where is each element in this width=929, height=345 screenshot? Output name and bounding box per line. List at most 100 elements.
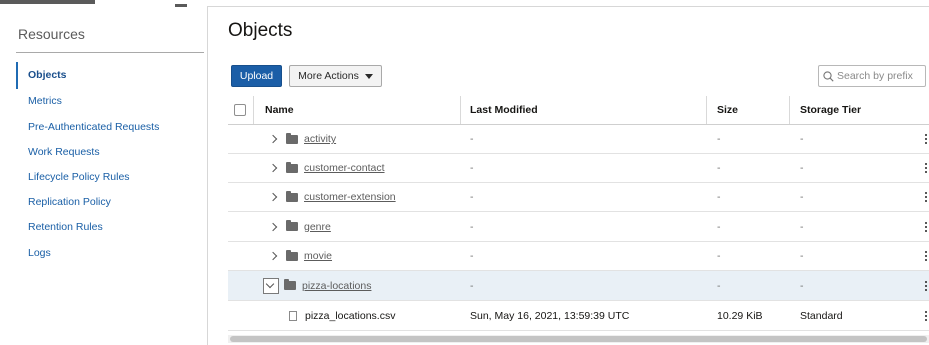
column-separator — [253, 96, 254, 124]
folder-link[interactable]: pizza-locations — [302, 280, 371, 292]
tier-cell: Standard — [800, 309, 843, 322]
folder-icon — [286, 220, 298, 231]
name-cell: pizza-locations — [263, 271, 371, 300]
table-row[interactable]: pizza_locations.csv Sun, May 16, 2021, 1… — [228, 301, 929, 331]
page-title: Objects — [228, 20, 293, 41]
table-row[interactable]: customer-contact - - - — [228, 154, 929, 183]
sidebar-item-pre-authenticated-requests[interactable]: Pre-Authenticated Requests — [28, 121, 159, 133]
size-cell: - — [717, 279, 721, 292]
tier-cell: - — [800, 191, 804, 203]
sidebar-item-work-requests[interactable]: Work Requests — [28, 146, 100, 158]
chevron-down-icon — [265, 279, 275, 289]
kebab-menu-icon[interactable] — [925, 134, 927, 144]
tier-cell: - — [800, 133, 804, 145]
table-row[interactable]: movie - - - — [228, 242, 929, 271]
folder-icon — [286, 190, 298, 202]
size-cell: - — [717, 250, 721, 262]
chevron-right-icon[interactable] — [268, 222, 278, 231]
name-cell: genre — [268, 212, 331, 241]
folder-icon — [286, 249, 298, 261]
column-header-storage-tier[interactable]: Storage Tier — [800, 96, 861, 124]
kebab-menu-icon[interactable] — [925, 221, 927, 232]
chevron-right-icon[interactable] — [268, 192, 278, 202]
table-header-row: Name Last Modified Size Storage Tier — [228, 96, 929, 125]
name-cell: customer-contact — [268, 154, 385, 182]
folder-link[interactable]: customer-extension — [304, 191, 396, 203]
cursor-marker — [175, 4, 187, 7]
horizontal-scrollbar[interactable] — [228, 335, 929, 343]
modified-cell: - — [470, 162, 474, 174]
modified-cell: - — [470, 279, 474, 292]
column-separator — [789, 96, 790, 124]
tier-cell: - — [800, 162, 804, 174]
toolbar-edge — [0, 0, 95, 4]
search-icon — [823, 70, 834, 82]
name-cell: movie — [268, 242, 332, 270]
folder-icon — [286, 161, 298, 173]
chevron-down-toggle[interactable] — [263, 277, 279, 294]
size-cell: - — [717, 220, 721, 233]
column-header-size[interactable]: Size — [717, 96, 738, 124]
select-all-checkbox[interactable] — [234, 104, 246, 116]
resources-title: Resources — [18, 26, 85, 42]
caret-down-icon — [364, 73, 373, 79]
upload-button[interactable]: Upload — [231, 65, 282, 87]
kebab-menu-icon[interactable] — [925, 192, 927, 202]
folder-link[interactable]: activity — [304, 133, 336, 145]
more-actions-label: More Actions — [298, 70, 359, 82]
active-indicator — [16, 62, 18, 89]
size-cell: - — [717, 133, 721, 145]
search-box[interactable] — [818, 65, 926, 87]
table-row-selected[interactable]: pizza-locations - - - — [228, 271, 929, 301]
kebab-menu-icon[interactable] — [925, 163, 927, 173]
folder-link[interactable]: movie — [304, 250, 332, 262]
table-row[interactable]: genre - - - — [228, 212, 929, 242]
size-cell: 10.29 KiB — [717, 309, 763, 322]
select-all-cell — [234, 96, 246, 124]
tier-cell: - — [800, 279, 804, 292]
folder-link[interactable]: genre — [304, 221, 331, 233]
scrollbar-thumb[interactable] — [230, 336, 927, 342]
resources-divider — [16, 52, 204, 53]
kebab-menu-icon[interactable] — [925, 310, 927, 321]
chevron-right-icon[interactable] — [268, 134, 278, 144]
size-cell: - — [717, 162, 721, 174]
modified-cell: Sun, May 16, 2021, 13:59:39 UTC — [470, 309, 630, 322]
content-top-border — [207, 6, 929, 7]
column-header-last-modified[interactable]: Last Modified — [470, 96, 538, 124]
sidebar-item-objects[interactable]: Objects — [28, 69, 67, 81]
column-separator — [706, 96, 707, 124]
modified-cell: - — [470, 191, 474, 203]
folder-link[interactable]: customer-contact — [304, 162, 385, 174]
sidebar-item-lifecycle-policy-rules[interactable]: Lifecycle Policy Rules — [28, 171, 130, 183]
sidebar-item-logs[interactable]: Logs — [28, 247, 51, 259]
table-row[interactable]: activity - - - — [228, 125, 929, 154]
modified-cell: - — [470, 220, 474, 233]
name-cell: pizza_locations.csv — [289, 301, 395, 330]
more-actions-button[interactable]: More Actions — [289, 65, 382, 87]
sidebar-item-replication-policy[interactable]: Replication Policy — [28, 196, 111, 208]
column-header-name[interactable]: Name — [265, 96, 294, 124]
chevron-right-icon[interactable] — [268, 251, 278, 261]
name-cell: customer-extension — [268, 183, 396, 211]
modified-cell: - — [470, 133, 474, 145]
chevron-right-icon[interactable] — [268, 163, 278, 173]
sidebar-item-retention-rules[interactable]: Retention Rules — [28, 221, 103, 233]
file-icon — [289, 310, 297, 321]
sidebar-item-metrics[interactable]: Metrics — [28, 95, 62, 107]
top-toolbar-fragment — [0, 0, 190, 8]
tier-cell: - — [800, 250, 804, 262]
kebab-menu-icon[interactable] — [925, 280, 927, 291]
modified-cell: - — [470, 250, 474, 262]
file-name[interactable]: pizza_locations.csv — [305, 310, 395, 322]
folder-icon — [286, 132, 298, 144]
kebab-menu-icon[interactable] — [925, 251, 927, 261]
tier-cell: - — [800, 220, 804, 233]
name-cell: activity — [268, 125, 336, 153]
sidebar-divider — [207, 6, 208, 345]
size-cell: - — [717, 191, 721, 203]
column-separator — [460, 96, 461, 124]
folder-icon — [284, 279, 296, 290]
table-row[interactable]: customer-extension - - - — [228, 183, 929, 212]
search-input[interactable] — [834, 70, 919, 82]
